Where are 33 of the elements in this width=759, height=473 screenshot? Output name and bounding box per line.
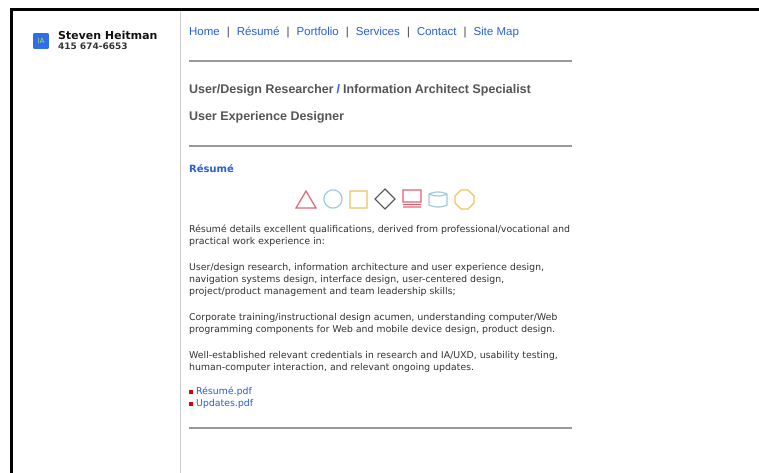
- circle-icon: [322, 189, 342, 209]
- bullet-icon: [189, 402, 193, 406]
- section-title: Résumé: [189, 164, 235, 175]
- phone-number: 415 674-6653: [58, 42, 128, 52]
- nav-separator: |: [286, 26, 290, 38]
- cylinder-icon: [428, 189, 448, 209]
- nav-link[interactable]: Services: [356, 26, 400, 38]
- square-icon: [348, 190, 368, 208]
- headline-slash: /: [336, 82, 340, 96]
- nav-separator: |: [346, 26, 349, 38]
- headline-text: Information Architect Specialist: [343, 82, 531, 96]
- nav-link[interactable]: Home: [189, 26, 220, 38]
- nav-separator: |: [463, 26, 466, 38]
- nav-separator: |: [406, 26, 410, 38]
- body-paragraph: Well-established relevant credentials in research and IA/UXD, usability testing, human-computer interaction, and relevant ongoing updates.: [189, 350, 559, 374]
- bullet-icon: [189, 390, 193, 394]
- nav-link[interactable]: Résumé: [236, 26, 280, 38]
- headline-text: User/Design Researcher: [189, 82, 334, 96]
- owner-name: Steven Heitman: [58, 30, 158, 42]
- body-paragraph: Résumé details excellent qualifications, derived from professional/vocational and practical work experience in:: [189, 224, 572, 248]
- monitor-icon: [402, 189, 422, 209]
- nav-separator: |: [226, 26, 230, 38]
- triangle-icon: [294, 190, 316, 208]
- nav-link[interactable]: Site Map: [473, 26, 519, 38]
- body-paragraph: Corporate training/instructional design acumen, understanding computer/Web programming components for Web and mobile device design, product design.: [189, 312, 558, 336]
- octagon-icon: [454, 188, 474, 210]
- nav-link[interactable]: Portfolio: [296, 26, 339, 38]
- subheadline: User Experience Designer: [189, 109, 345, 123]
- file-link[interactable]: Updates.pdf: [196, 398, 254, 410]
- file-link[interactable]: Résumé.pdf: [196, 386, 252, 398]
- body-paragraph: User/design research, information architecture and user experience design, navigation systems design, interface design, user-centered design, project/product management and team leadership skills;: [189, 262, 545, 298]
- nav-link[interactable]: Contact: [416, 26, 456, 38]
- diamond-icon: [374, 188, 396, 210]
